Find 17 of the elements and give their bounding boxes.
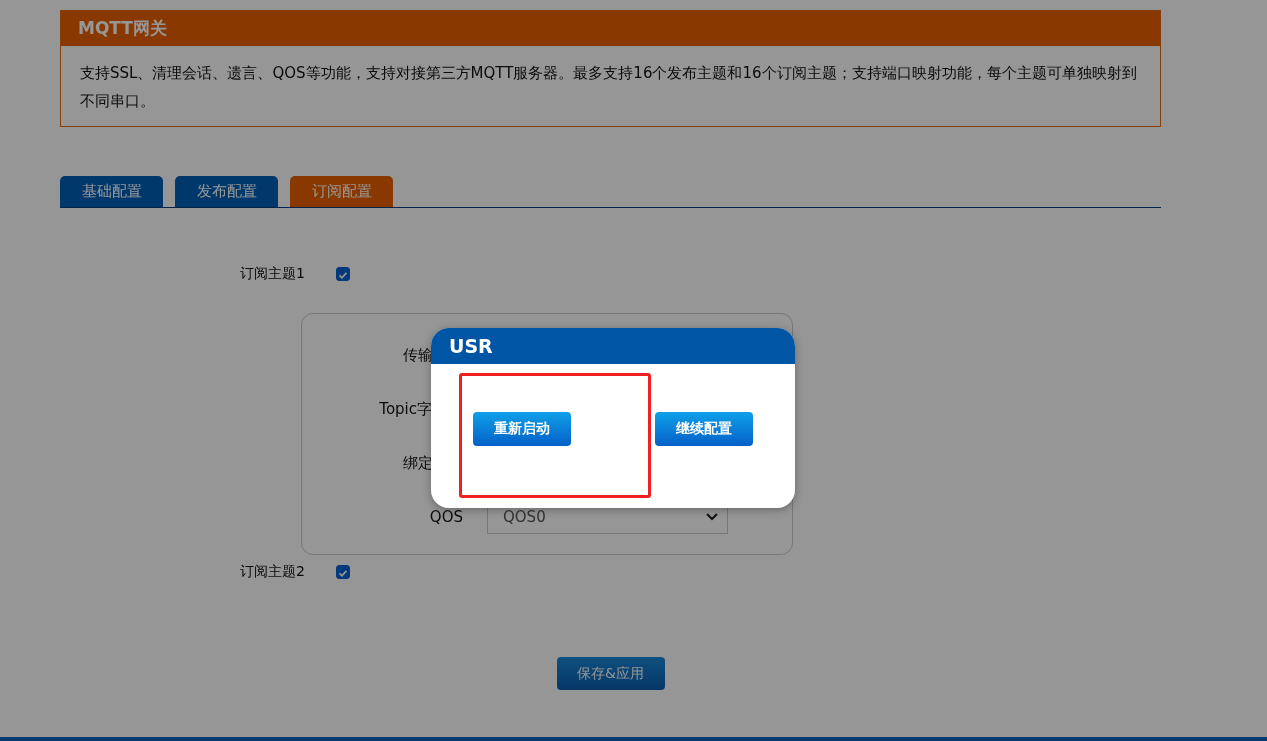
topic-label: 订阅主题1 bbox=[240, 265, 306, 283]
checkbox[interactable] bbox=[336, 565, 350, 579]
chevron-down-icon bbox=[706, 513, 718, 521]
field-label: Topic字 bbox=[378, 399, 433, 419]
checkbox[interactable] bbox=[336, 267, 350, 281]
field-label: 绑定 bbox=[402, 453, 434, 473]
tab[interactable]: 基础配置 bbox=[60, 176, 163, 207]
dialog-button[interactable]: 重新启动 bbox=[473, 412, 571, 446]
description-text: 支持SSL、清理会话、遗言、QOS等功能，支持对接第三方MQTT服务器。最多支持16个发布主题和16个订阅主题；支持端口映射功能，每个主题可单独映射到不同串口。 bbox=[79, 63, 1138, 112]
dialog-button[interactable]: 继续配置 bbox=[655, 412, 753, 446]
topic-label: 订阅主题2 bbox=[240, 563, 306, 581]
tab[interactable]: 订阅配置 bbox=[290, 176, 393, 207]
save-button[interactable]: 保存&应用 bbox=[556, 657, 665, 690]
panel-title: MQTT网关 bbox=[61, 11, 1160, 46]
dialog-title: USR bbox=[431, 328, 795, 364]
tab[interactable]: 发布配置 bbox=[175, 176, 278, 207]
field-label: QOS bbox=[428, 508, 464, 526]
